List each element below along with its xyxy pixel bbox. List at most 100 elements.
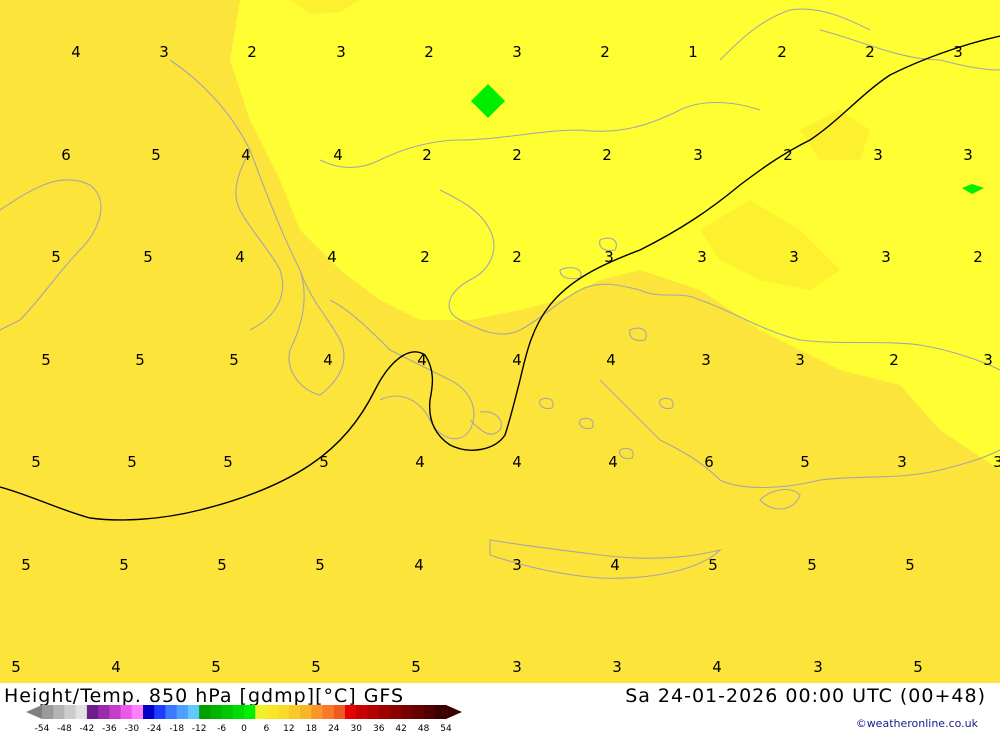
legend-swatch [98,705,110,719]
map-value-label: 3 [336,43,346,61]
legend-tick-label: 18 [306,724,318,733]
legend-tick-label: 54 [440,724,452,733]
legend-swatch [266,705,279,719]
legend-swatch [423,705,436,719]
legend-swatch [187,705,200,719]
map-value-label: 2 [602,146,612,164]
legend-tick-label: 24 [328,724,340,733]
map-value-label: 5 [127,453,137,471]
legend-swatch [356,705,368,719]
legend-swatch [367,705,380,719]
legend-swatch [345,705,357,719]
legend-swatch [322,705,335,719]
map-value-label: 3 [604,248,614,266]
map-value-label: 5 [905,556,915,574]
map-value-label: 5 [31,453,41,471]
legend-swatch [143,705,155,719]
legend-swatch [412,705,425,719]
map-footer: Height/Temp. 850 hPa [gdmp][°C] GFS Sa 2… [0,683,1000,733]
map-value-label: 5 [119,556,129,574]
legend-swatch [389,705,402,719]
legend-tick-label: -30 [124,724,139,733]
color-legend: -54 -48 -42 -36 -30 -24 -18 -12 -6 0 6 12 18 24 30 36 42… [26,705,462,733]
map-value-label: 2 [865,43,875,61]
legend-tick-label: -6 [217,724,226,733]
map-value-label: 3 [795,351,805,369]
map-value-label: 6 [61,146,71,164]
legend-swatch [277,705,290,719]
map-value-label: 4 [241,146,251,164]
map-value-label: 5 [807,556,817,574]
map-value-label: 4 [327,248,337,266]
legend-swatches [26,705,462,719]
map-value-label: 3 [697,248,707,266]
legend-arrow-low [26,705,42,719]
legend-swatch [311,705,324,719]
legend-swatch [75,705,88,719]
legend-swatch [255,705,267,719]
legend-swatch [288,705,301,719]
map-value-label: 3 [963,146,973,164]
weather-map-page: 4323232122365442223233554422333325554444… [0,0,1000,733]
map-value-label: 2 [247,43,257,61]
map-value-label: 5 [800,453,810,471]
legend-swatch [333,705,346,719]
legend-tick-label: -24 [147,724,162,733]
legend-swatch [131,705,144,719]
map-value-label: 5 [11,658,21,676]
map-value-label: 2 [889,351,899,369]
credit-text[interactable]: ©weatheronline.co.uk [856,717,978,730]
map-value-label: 2 [420,248,430,266]
map-value-label: 4 [610,556,620,574]
map-value-label: 4 [512,351,522,369]
legend-swatch [176,705,189,719]
map-value-label: 4 [111,658,121,676]
map-value-label: 5 [151,146,161,164]
map-value-label: 5 [913,658,923,676]
map-value-label: 5 [21,556,31,574]
legend-swatch [210,705,223,719]
legend-swatch [165,705,178,719]
legend-tick-label: 42 [395,724,406,733]
legend-tick-label: -18 [169,724,184,733]
legend-tick-label: 6 [264,724,270,733]
map-value-label: 2 [424,43,434,61]
legend-tick-label: -12 [192,724,207,733]
map-value-label: 2 [973,248,983,266]
legend-tick-label: 48 [418,724,430,733]
legend-tick-label: 0 [241,724,247,733]
map-value-label: 2 [512,248,522,266]
map-value-label: 2 [600,43,610,61]
legend-tick-label: 36 [373,724,385,733]
map-value-label: 5 [708,556,718,574]
map-value-label: 4 [608,453,618,471]
map-value-label: 5 [41,351,51,369]
legend-tick-label: -54 [35,724,50,733]
map-value-label: 4 [417,351,427,369]
map-value-label: 4 [712,658,722,676]
legend-swatch [42,705,54,719]
legend-arrow-high [446,705,462,719]
map-value-label: 4 [71,43,81,61]
map-value-label: 3 [873,146,883,164]
map-value-label: 5 [315,556,325,574]
map-value-label: 2 [512,146,522,164]
legend-swatch [232,705,245,719]
legend-swatch [109,705,122,719]
map-value-label: 4 [235,248,245,266]
map-value-label: 3 [512,43,522,61]
legend-swatch [401,705,413,719]
map-value-label: 3 [789,248,799,266]
map-value-label: 4 [415,453,425,471]
map-value-label: 2 [777,43,787,61]
legend-swatch [53,705,65,719]
legend-swatch [378,705,391,719]
map-value-label: 3 [693,146,703,164]
legend-tick-label: 12 [283,724,294,733]
legend-swatch [64,705,77,719]
legend-swatch [120,705,133,719]
map-value-label: 3 [512,556,522,574]
map-value-label: 4 [606,351,616,369]
map-value-label: 1 [688,43,698,61]
map-value-label: 3 [512,658,522,676]
